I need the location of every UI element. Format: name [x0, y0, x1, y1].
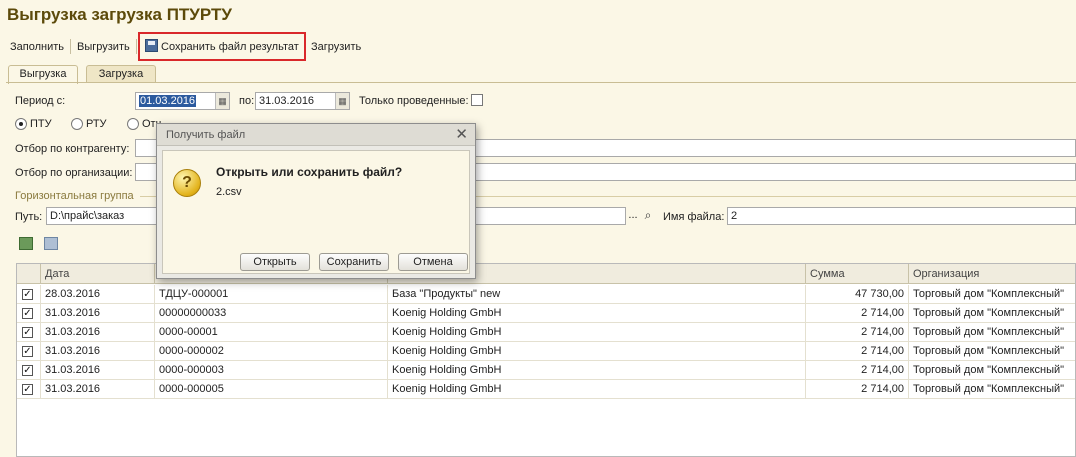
radio-rtu[interactable]	[71, 118, 83, 130]
column-header-date[interactable]: Дата	[41, 264, 155, 284]
cell-counterparty: Koenig Holding GmbH	[388, 342, 806, 361]
save-result-file-label: Сохранить файл результат	[161, 41, 299, 53]
radio-ptu[interactable]	[15, 118, 27, 130]
cell-sum: 2 714,00	[806, 380, 909, 399]
table-row[interactable]: ✓ 31.03.2016 0000-00001 Koenig Holding G…	[17, 323, 1075, 342]
page-title: Выгрузка загрузка ПТУРТУ	[7, 5, 232, 24]
open-button[interactable]: Открыть	[240, 253, 310, 271]
uncheck-all-icon[interactable]	[44, 237, 58, 250]
cell-sum: 2 714,00	[806, 342, 909, 361]
table-row[interactable]: ✓ 31.03.2016 0000-000003 Koenig Holding …	[17, 361, 1075, 380]
cell-number: 00000000033	[155, 304, 388, 323]
cell-number: ТДЦУ-000001	[155, 285, 388, 304]
cell-date: 31.03.2016	[41, 380, 155, 399]
column-header-sum[interactable]: Сумма	[806, 264, 909, 284]
floppy-disk-icon	[145, 39, 158, 52]
tab-divider	[6, 82, 1076, 83]
cell-sum: 2 714,00	[806, 361, 909, 380]
cell-date: 31.03.2016	[41, 304, 155, 323]
cell-sum: 2 714,00	[806, 304, 909, 323]
save-result-file-button[interactable]: Сохранить файл результат	[138, 32, 306, 61]
cell-organization: Торговый дом "Комплексный"	[909, 285, 1075, 304]
calendar-icon[interactable]: ▦	[215, 93, 229, 109]
cell-number: 0000-000005	[155, 380, 388, 399]
row-checkbox[interactable]: ✓	[22, 384, 33, 395]
row-checkbox[interactable]: ✓	[22, 308, 33, 319]
cell-counterparty: База "Продукты" new	[388, 285, 806, 304]
table-row[interactable]: ✓ 31.03.2016 0000-000005 Koenig Holding …	[17, 380, 1075, 399]
cell-counterparty: Koenig Holding GmbH	[388, 380, 806, 399]
radio-rtu-label: РТУ	[86, 118, 107, 130]
cancel-button[interactable]: Отмена	[398, 253, 468, 271]
save-button[interactable]: Сохранить	[319, 253, 389, 271]
row-checkbox[interactable]: ✓	[22, 346, 33, 357]
period-from-input[interactable]: 01.03.2016 ▦	[135, 92, 230, 110]
cell-date: 28.03.2016	[41, 285, 155, 304]
only-posted-label: Только проведенные:	[359, 95, 469, 107]
period-to-label: по:	[239, 95, 255, 107]
column-header-organization[interactable]: Организация	[909, 264, 1075, 284]
browse-button[interactable]: ...	[626, 209, 640, 221]
import-button[interactable]: Загрузить	[311, 39, 361, 55]
cell-date: 31.03.2016	[41, 323, 155, 342]
cell-number: 0000-000003	[155, 361, 388, 380]
row-checkbox[interactable]: ✓	[22, 289, 33, 300]
get-file-dialog[interactable]: Получить файл ✕ ? Открыть или сохранить …	[156, 123, 476, 279]
export-button[interactable]: Выгрузить	[77, 39, 130, 55]
cell-organization: Торговый дом "Комплексный"	[909, 342, 1075, 361]
organization-filter-label: Отбор по организации:	[15, 167, 133, 179]
check-all-icon[interactable]	[19, 237, 33, 250]
row-checkbox[interactable]: ✓	[22, 365, 33, 376]
close-icon[interactable]: ✕	[455, 126, 468, 144]
table-row[interactable]: ✓ 28.03.2016 ТДЦУ-000001 База "Продукты"…	[17, 285, 1075, 304]
question-icon: ?	[173, 169, 201, 197]
documents-table[interactable]: Дата Сумма Организация ✓ 28.03.2016 ТДЦУ…	[16, 263, 1076, 457]
period-from-label: Период с:	[15, 95, 66, 107]
dialog-question: Открыть или сохранить файл?	[216, 165, 403, 179]
column-header-check	[17, 264, 41, 284]
period-to-value: 31.03.2016	[259, 95, 315, 107]
cell-organization: Торговый дом "Комплексный"	[909, 380, 1075, 399]
toolbar-separator	[70, 39, 71, 54]
table-row[interactable]: ✓ 31.03.2016 0000-000002 Koenig Holding …	[17, 342, 1075, 361]
radio-report[interactable]	[127, 118, 139, 130]
period-to-input[interactable]: 31.03.2016 ▦	[255, 92, 350, 110]
cell-counterparty: Koenig Holding GmbH	[388, 361, 806, 380]
period-from-value: 01.03.2016	[139, 95, 197, 107]
filename-input[interactable]: 2	[727, 207, 1076, 225]
cell-number: 0000-00001	[155, 323, 388, 342]
only-posted-checkbox[interactable]	[471, 94, 483, 106]
cell-sum: 2 714,00	[806, 323, 909, 342]
row-checkbox[interactable]: ✓	[22, 327, 33, 338]
cell-sum: 47 730,00	[806, 285, 909, 304]
path-label: Путь:	[15, 211, 43, 223]
toolbar-separator	[136, 39, 137, 54]
cell-date: 31.03.2016	[41, 361, 155, 380]
cell-date: 31.03.2016	[41, 342, 155, 361]
dialog-body: ? Открыть или сохранить файл? 2.csv Откр…	[162, 150, 470, 274]
table-row[interactable]: ✓ 31.03.2016 00000000033 Koenig Holding …	[17, 304, 1075, 323]
dialog-filename: 2.csv	[216, 186, 242, 198]
cell-counterparty: Koenig Holding GmbH	[388, 304, 806, 323]
search-icon[interactable]: ⌕	[641, 208, 655, 224]
calendar-icon[interactable]: ▦	[335, 93, 349, 109]
cell-organization: Торговый дом "Комплексный"	[909, 323, 1075, 342]
dialog-title: Получить файл	[157, 124, 475, 146]
radio-ptu-label: ПТУ	[30, 118, 52, 130]
group-label: Горизонтальная группа	[15, 190, 134, 202]
tab-import[interactable]: Загрузка	[86, 65, 156, 83]
filename-label: Имя файла:	[663, 211, 725, 223]
cell-organization: Торговый дом "Комплексный"	[909, 361, 1075, 380]
cell-counterparty: Koenig Holding GmbH	[388, 323, 806, 342]
cell-organization: Торговый дом "Комплексный"	[909, 304, 1075, 323]
counterparty-filter-label: Отбор по контрагенту:	[15, 143, 130, 155]
fill-button[interactable]: Заполнить	[10, 39, 64, 55]
cell-number: 0000-000002	[155, 342, 388, 361]
